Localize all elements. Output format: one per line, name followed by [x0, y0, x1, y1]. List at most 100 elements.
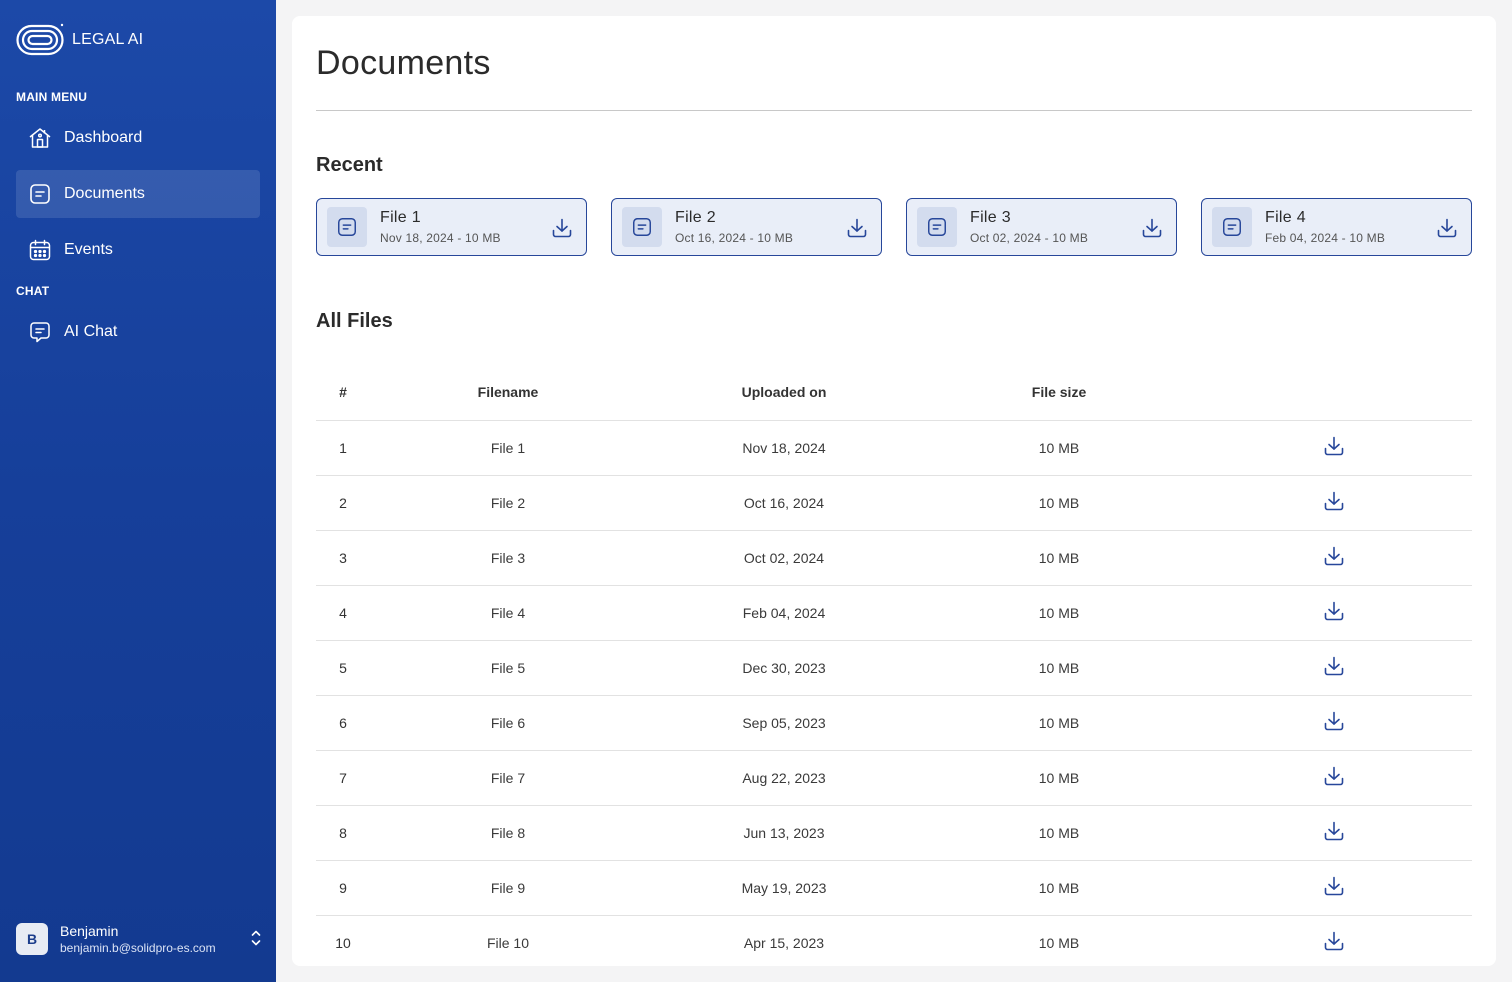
download-icon[interactable] — [1322, 489, 1346, 513]
download-icon[interactable] — [845, 216, 869, 240]
recent-file-card[interactable]: File 2 Oct 16, 2024 - 10 MB — [611, 198, 882, 256]
row-filename: File 7 — [370, 750, 646, 806]
row-file-size: 10 MB — [922, 750, 1196, 806]
main-panel: Documents Recent File 1 Nov 18, 2024 - 1… — [292, 16, 1496, 966]
sidebar-item-label: AI Chat — [64, 323, 118, 340]
column-header-number[interactable]: # — [316, 365, 370, 421]
row-uploaded-on: Oct 16, 2024 — [646, 475, 922, 531]
row-filename: File 8 — [370, 805, 646, 861]
row-actions — [1196, 860, 1472, 916]
row-file-size: 10 MB — [922, 475, 1196, 531]
table-row[interactable]: 5 File 5 Dec 30, 2023 10 MB — [316, 640, 1472, 696]
row-uploaded-on: May 19, 2023 — [646, 860, 922, 916]
row-actions — [1196, 530, 1472, 586]
table-row[interactable]: 6 File 6 Sep 05, 2023 10 MB — [316, 695, 1472, 751]
column-header-file-size[interactable]: File size — [922, 365, 1196, 421]
sidebar-item-events[interactable]: Events — [16, 226, 260, 274]
download-icon[interactable] — [1140, 216, 1164, 240]
avatar: B — [16, 923, 48, 955]
download-icon[interactable] — [1322, 764, 1346, 788]
main-wrapper: Documents Recent File 1 Nov 18, 2024 - 1… — [276, 0, 1512, 982]
row-file-size: 10 MB — [922, 530, 1196, 586]
download-icon[interactable] — [1322, 654, 1346, 678]
recent-file-card[interactable]: File 3 Oct 02, 2024 - 10 MB — [906, 198, 1177, 256]
download-icon[interactable] — [1322, 874, 1346, 898]
home-icon — [28, 126, 52, 150]
table-row[interactable]: 1 File 1 Nov 18, 2024 10 MB — [316, 420, 1472, 476]
column-header-actions — [1196, 365, 1472, 421]
row-uploaded-on: Oct 02, 2024 — [646, 530, 922, 586]
table-row[interactable]: 9 File 9 May 19, 2023 10 MB — [316, 860, 1472, 916]
row-file-size: 10 MB — [922, 585, 1196, 641]
page-title: Documents — [316, 44, 491, 82]
files-table: # Filename Uploaded on File size 1 File 1… — [316, 365, 1472, 966]
row-number: 8 — [316, 805, 370, 861]
table-row[interactable]: 4 File 4 Feb 04, 2024 10 MB — [316, 585, 1472, 641]
sidebar: LEGAL AI MAIN MENU Dashboard Documents E… — [0, 0, 276, 982]
row-number: 1 — [316, 420, 370, 476]
column-header-uploaded-on[interactable]: Uploaded on — [646, 365, 922, 421]
recent-title: Recent — [316, 154, 383, 176]
chevron-up-down-icon[interactable] — [248, 928, 264, 948]
recent-file-title: File 3 — [970, 209, 1011, 226]
sidebar-item-label: Events — [64, 241, 113, 258]
row-filename: File 3 — [370, 530, 646, 586]
table-row[interactable]: 10 File 10 Apr 15, 2023 10 MB — [316, 915, 1472, 966]
files-table-body: 1 File 1 Nov 18, 2024 10 MB 2 File 2 Oct 16, 2… — [316, 420, 1472, 966]
row-uploaded-on: Dec 30, 2023 — [646, 640, 922, 696]
file-icon — [1212, 207, 1252, 247]
recent-file-text: File 3 Oct 02, 2024 - 10 MB — [970, 209, 1088, 245]
table-row[interactable]: 7 File 7 Aug 22, 2023 10 MB — [316, 750, 1472, 806]
recent-file-card[interactable]: File 1 Nov 18, 2024 - 10 MB — [316, 198, 587, 256]
download-icon[interactable] — [1322, 929, 1346, 953]
file-icon — [622, 207, 662, 247]
download-icon[interactable] — [1322, 599, 1346, 623]
row-actions — [1196, 640, 1472, 696]
recent-file-text: File 1 Nov 18, 2024 - 10 MB — [380, 209, 501, 245]
brand[interactable]: LEGAL AI — [16, 22, 143, 58]
row-filename: File 1 — [370, 420, 646, 476]
row-file-size: 10 MB — [922, 805, 1196, 861]
table-header-row: # Filename Uploaded on File size — [316, 365, 1472, 421]
download-icon[interactable] — [1322, 434, 1346, 458]
recent-file-title: File 4 — [1265, 209, 1306, 226]
recent-file-meta: Oct 02, 2024 - 10 MB — [970, 231, 1089, 245]
recent-file-card[interactable]: File 4 Feb 04, 2024 - 10 MB — [1201, 198, 1472, 256]
recent-file-title: File 2 — [675, 209, 716, 226]
recent-file-meta: Oct 16, 2024 - 10 MB — [675, 231, 794, 245]
download-icon[interactable] — [1322, 819, 1346, 843]
sidebar-item-dashboard[interactable]: Dashboard — [16, 114, 260, 162]
row-file-size: 10 MB — [922, 695, 1196, 751]
recent-file-meta: Nov 18, 2024 - 10 MB — [380, 231, 501, 245]
row-number: 4 — [316, 585, 370, 641]
row-number: 7 — [316, 750, 370, 806]
download-icon[interactable] — [1322, 709, 1346, 733]
recent-file-text: File 2 Oct 16, 2024 - 10 MB — [675, 209, 793, 245]
row-number: 10 — [316, 915, 370, 966]
row-number: 5 — [316, 640, 370, 696]
row-uploaded-on: Apr 15, 2023 — [646, 915, 922, 966]
sidebar-item-label: Dashboard — [64, 129, 143, 146]
download-icon[interactable] — [550, 216, 574, 240]
row-filename: File 6 — [370, 695, 646, 751]
table-row[interactable]: 8 File 8 Jun 13, 2023 10 MB — [316, 805, 1472, 861]
row-filename: File 5 — [370, 640, 646, 696]
sidebar-item-documents[interactable]: Documents — [16, 170, 260, 218]
row-actions — [1196, 420, 1472, 476]
user-email: benjamin.b@solidpro-es.com — [60, 941, 216, 955]
row-number: 2 — [316, 475, 370, 531]
user-name: Benjamin — [60, 923, 119, 939]
user-profile[interactable]: B Benjamin benjamin.b@solidpro-es.com — [16, 922, 264, 956]
row-uploaded-on: Sep 05, 2023 — [646, 695, 922, 751]
title-divider — [316, 110, 1472, 111]
document-icon — [28, 182, 52, 206]
row-file-size: 10 MB — [922, 860, 1196, 916]
table-row[interactable]: 3 File 3 Oct 02, 2024 10 MB — [316, 530, 1472, 586]
row-filename: File 2 — [370, 475, 646, 531]
column-header-filename[interactable]: Filename — [370, 365, 646, 421]
sidebar-item-ai-chat[interactable]: AI Chat — [16, 308, 260, 356]
download-icon[interactable] — [1435, 216, 1459, 240]
table-row[interactable]: 2 File 2 Oct 16, 2024 10 MB — [316, 475, 1472, 531]
download-icon[interactable] — [1322, 544, 1346, 568]
user-info: Benjamin benjamin.b@solidpro-es.com — [60, 923, 216, 955]
